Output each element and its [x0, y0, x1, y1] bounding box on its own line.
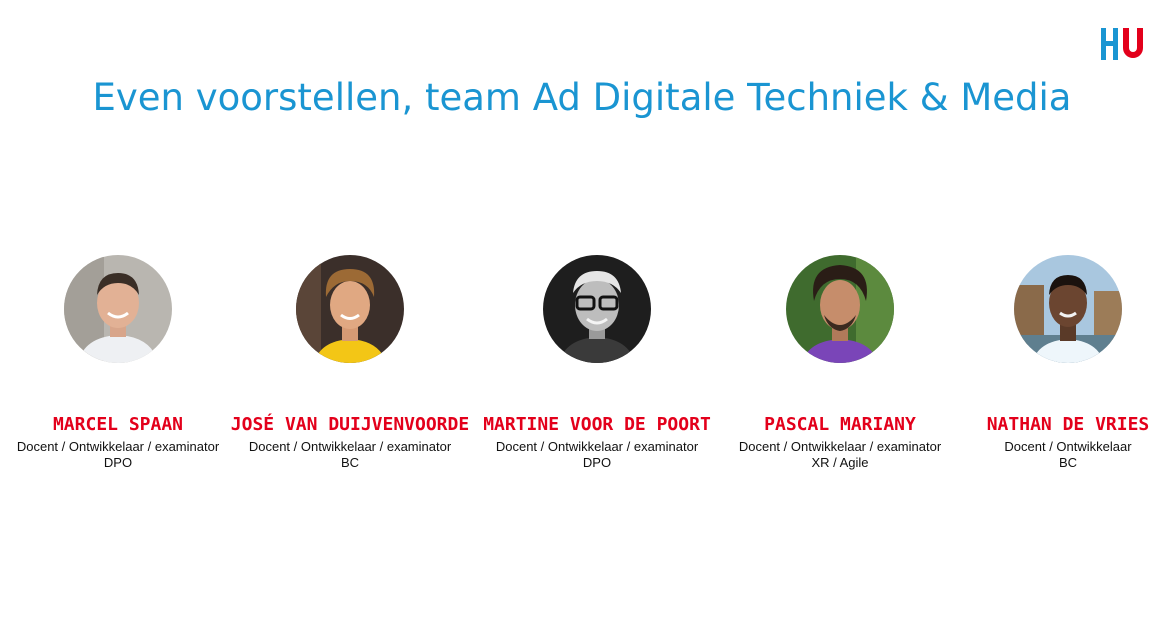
team-member-card: Nathan de Vries Docent / Ontwikkelaar BC: [948, 255, 1164, 471]
member-tag: BC: [1058, 455, 1078, 470]
portrait-photo-icon: [1014, 255, 1122, 363]
member-role: Docent / Ontwikkelaar / examinator: [738, 439, 942, 454]
portrait-photo-icon: [64, 255, 172, 363]
member-name: José van Duijvenvoorde: [230, 414, 470, 435]
member-role: Docent / Ontwikkelaar / examinator: [495, 439, 699, 454]
member-tag: BC: [340, 455, 360, 470]
portrait-photo-icon: [296, 255, 404, 363]
portrait-photo-icon: [786, 255, 894, 363]
page-title: Even voorstellen, team Ad Digitale Techn…: [92, 76, 1072, 119]
member-role: Docent / Ontwikkelaar / examinator: [248, 439, 452, 454]
member-tag: DPO: [103, 455, 133, 470]
member-tag: XR / Agile: [811, 455, 869, 470]
hu-logo-icon: [1101, 26, 1145, 62]
member-name: Marcel Spaan: [52, 414, 184, 435]
portrait-photo-icon: [543, 255, 651, 363]
team-member-card: Pascal Mariany Docent / Ontwikkelaar / e…: [720, 255, 960, 471]
member-role: Docent / Ontwikkelaar: [1004, 439, 1132, 454]
member-role: Docent / Ontwikkelaar / examinator: [16, 439, 220, 454]
team-member-card: Martine Voor de Poort Docent / Ontwikkel…: [477, 255, 717, 471]
member-name: Nathan de Vries: [986, 414, 1150, 435]
team-member-card: Marcel Spaan Docent / Ontwikkelaar / exa…: [0, 255, 238, 471]
member-name: Pascal Mariany: [764, 414, 916, 435]
member-name: Martine Voor de Poort: [483, 414, 711, 435]
member-tag: DPO: [582, 455, 612, 470]
team-member-card: José van Duijvenvoorde Docent / Ontwikke…: [230, 255, 470, 471]
